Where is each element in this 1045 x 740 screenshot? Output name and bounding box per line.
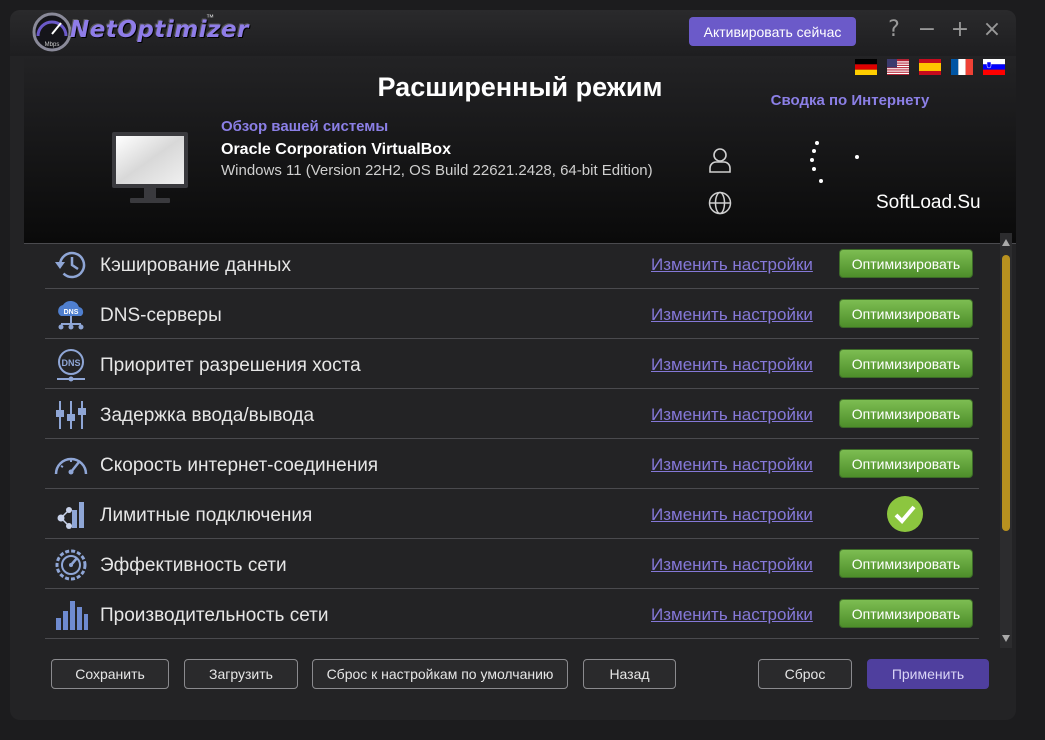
system-overview-label: Обзор вашей системы	[221, 118, 389, 135]
trademark-mark: ™	[206, 13, 214, 22]
flag-french-icon[interactable]	[951, 59, 973, 75]
vertical-scrollbar[interactable]	[1000, 233, 1012, 648]
row-label: DNS-серверы	[100, 305, 222, 326]
row-label: Кэширование данных	[100, 255, 291, 276]
system-name: Oracle Corporation VirtualBox	[221, 141, 451, 158]
speedometer-icon	[54, 457, 88, 475]
change-settings-link[interactable]: Изменить настройки	[651, 455, 813, 475]
change-settings-link[interactable]: Изменить настройки	[651, 255, 813, 275]
reset-defaults-button[interactable]: Сброс к настройкам по умолчанию	[312, 659, 568, 689]
dns-cloud-icon: DNS	[58, 300, 84, 330]
optimize-button[interactable]: Оптимизировать	[839, 449, 973, 478]
load-button[interactable]: Загрузить	[184, 659, 298, 689]
title-bar: Mbps NetOptimizer ™ Активировать сейчас …	[10, 10, 1016, 56]
optimize-button[interactable]: Оптимизировать	[839, 349, 973, 378]
svg-text:DNS: DNS	[61, 358, 80, 368]
optimize-button[interactable]: Оптимизировать	[839, 249, 973, 278]
list-item: DNS Приоритет разрешения хоста Изменить …	[45, 339, 979, 389]
list-item: DNS DNS-серверы Изменить настройки Оптим…	[45, 289, 979, 339]
change-settings-link[interactable]: Изменить настройки	[651, 605, 813, 625]
change-settings-link[interactable]: Изменить настройки	[651, 405, 813, 425]
list-item: Задержка ввода/вывода Изменить настройки…	[45, 389, 979, 439]
list-item: Кэширование данных Изменить настройки Оп…	[45, 239, 979, 289]
back-button[interactable]: Назад	[583, 659, 676, 689]
network-limit-icon	[57, 502, 84, 529]
change-settings-link[interactable]: Изменить настройки	[651, 305, 813, 325]
history-clock-icon	[55, 251, 86, 279]
maximize-button[interactable]: +	[949, 18, 971, 42]
list-item: Лимитные подключения Изменить настройки	[45, 489, 979, 539]
optimize-button[interactable]: Оптимизировать	[839, 599, 973, 628]
close-button[interactable]: ×	[981, 18, 1003, 42]
list-item: Эффективность сети Изменить настройки Оп…	[45, 539, 979, 589]
help-button[interactable]: ?	[883, 18, 905, 42]
optimize-button[interactable]: Оптимизировать	[839, 299, 973, 328]
optimize-button[interactable]: Оптимизировать	[839, 399, 973, 428]
speedometer-logo-icon: Mbps	[32, 12, 72, 52]
save-button[interactable]: Сохранить	[51, 659, 169, 689]
apply-button[interactable]: Применить	[867, 659, 989, 689]
mode-title: Расширенный режим	[377, 72, 663, 102]
flag-german-icon[interactable]	[855, 59, 877, 75]
bar-chart-icon	[56, 601, 88, 630]
row-label: Приоритет разрешения хоста	[100, 355, 361, 376]
globe-icon	[708, 191, 732, 215]
activate-now-button[interactable]: Активировать сейчас	[689, 17, 856, 46]
row-label: Скорость интернет-соединения	[100, 455, 379, 476]
optimization-list: Кэширование данных Изменить настройки Оп…	[45, 239, 979, 639]
row-label: Производительность сети	[100, 605, 329, 626]
row-label: Лимитные подключения	[100, 505, 313, 526]
watermark-text: SoftLoad.Su	[876, 192, 981, 213]
optimize-button[interactable]: Оптимизировать	[839, 549, 973, 578]
svg-text:DNS: DNS	[64, 309, 79, 316]
scroll-thumb	[1002, 255, 1010, 531]
change-settings-link[interactable]: Изменить настройки	[651, 355, 813, 375]
flag-english-icon[interactable]	[887, 59, 909, 75]
list-item: Производительность сети Изменить настрой…	[45, 589, 979, 639]
list-item: Скорость интернет-соединения Изменить на…	[45, 439, 979, 489]
change-settings-link[interactable]: Изменить настройки	[651, 555, 813, 575]
minimize-button[interactable]: −	[916, 18, 938, 42]
flag-slovenian-icon[interactable]	[983, 59, 1005, 75]
check-circle-icon	[887, 496, 923, 532]
sliders-icon	[56, 401, 86, 429]
row-label: Задержка ввода/вывода	[100, 405, 315, 426]
app-logo-text: NetOptimizer	[70, 17, 249, 43]
internet-summary-label: Сводка по Интернету	[770, 92, 930, 109]
row-label: Эффективность сети	[100, 555, 287, 576]
dns-globe-icon: DNS	[57, 349, 85, 382]
logo-gauge-caption: Mbps	[45, 42, 60, 48]
app-window: Mbps NetOptimizer ™ Активировать сейчас …	[10, 10, 1016, 720]
reset-button[interactable]: Сброс	[758, 659, 852, 689]
flag-spanish-icon[interactable]	[919, 59, 941, 75]
monitor-icon	[112, 132, 188, 203]
user-icon	[709, 148, 731, 173]
gauge-gear-icon	[55, 549, 87, 581]
os-info: Windows 11 (Version 22H2, OS Build 22621…	[221, 162, 653, 179]
loading-spinner-icon	[810, 141, 859, 183]
change-settings-link[interactable]: Изменить настройки	[651, 505, 813, 525]
